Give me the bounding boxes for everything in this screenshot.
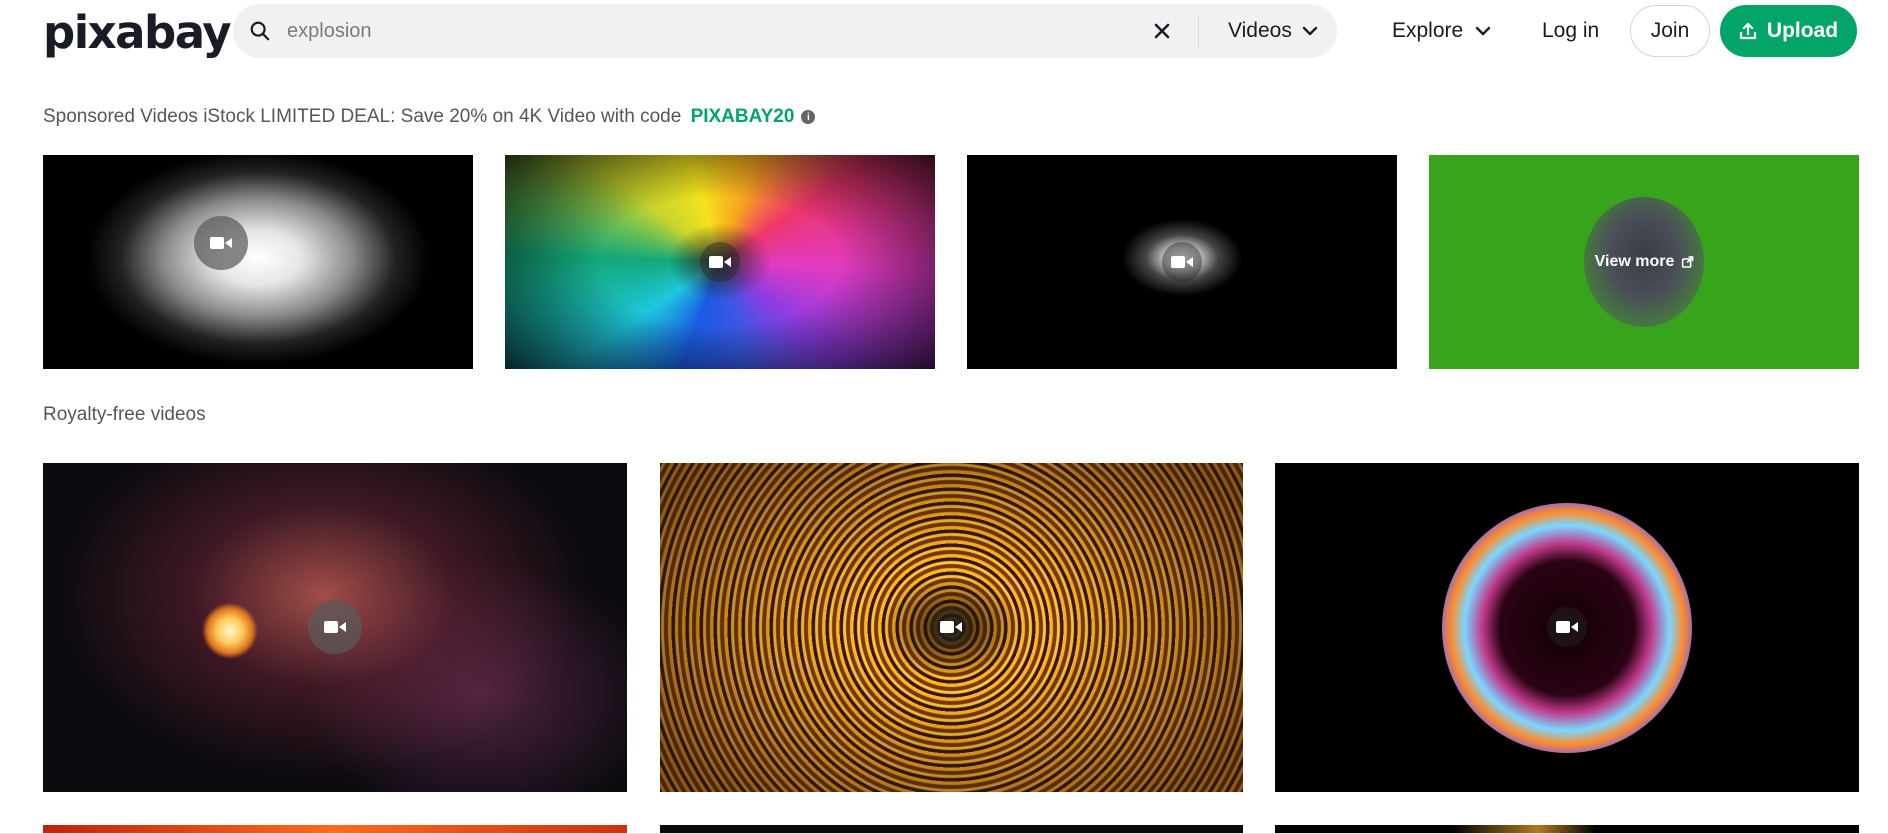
chevron-down-icon bbox=[1476, 26, 1491, 36]
view-more-label: View more bbox=[1594, 253, 1675, 270]
promo-code[interactable]: PIXABAY20 bbox=[691, 106, 795, 128]
pixabay-logo[interactable]: pixabay bbox=[43, 8, 232, 56]
sponsored-view-more-tile[interactable]: View more bbox=[1429, 155, 1859, 369]
video-result-tile[interactable] bbox=[43, 463, 627, 792]
login-link[interactable]: Log in bbox=[1542, 10, 1599, 52]
video-camera-icon bbox=[308, 600, 362, 654]
join-button[interactable]: Join bbox=[1630, 5, 1710, 57]
search-input[interactable] bbox=[287, 11, 1127, 51]
search-icon bbox=[250, 21, 270, 41]
sponsored-text: Sponsored Videos iStock LIMITED DEAL: Sa… bbox=[43, 106, 687, 127]
upload-label: Upload bbox=[1766, 19, 1839, 42]
sponsored-banner: Sponsored Videos iStock LIMITED DEAL: Sa… bbox=[43, 106, 816, 128]
upload-icon bbox=[1739, 22, 1757, 40]
video-camera-icon bbox=[700, 242, 740, 282]
search-divider bbox=[1198, 15, 1199, 47]
royalty-free-title: Royalty-free videos bbox=[43, 404, 206, 425]
video-camera-icon bbox=[194, 216, 248, 270]
clear-search-icon[interactable] bbox=[1150, 19, 1174, 43]
search-bar: Videos bbox=[233, 4, 1337, 58]
media-type-label: Videos bbox=[1228, 19, 1292, 42]
external-link-icon bbox=[1681, 256, 1694, 268]
chevron-down-icon bbox=[1302, 26, 1318, 36]
video-camera-icon bbox=[1547, 607, 1587, 647]
info-icon[interactable]: i bbox=[801, 110, 816, 124]
video-result-tile[interactable] bbox=[1275, 463, 1859, 792]
video-result-tile[interactable] bbox=[660, 463, 1243, 792]
sponsored-video-tile[interactable] bbox=[43, 155, 473, 369]
sponsored-video-tile[interactable] bbox=[505, 155, 935, 369]
explore-menu[interactable]: Explore bbox=[1392, 10, 1491, 52]
upload-button[interactable]: Upload bbox=[1720, 5, 1857, 57]
video-camera-icon bbox=[931, 607, 971, 647]
explore-label: Explore bbox=[1392, 19, 1464, 42]
sponsored-video-tile[interactable] bbox=[967, 155, 1397, 369]
view-more-link[interactable]: View more bbox=[1595, 253, 1694, 271]
video-camera-icon bbox=[1162, 242, 1202, 282]
media-type-select[interactable]: Videos bbox=[1228, 4, 1318, 58]
